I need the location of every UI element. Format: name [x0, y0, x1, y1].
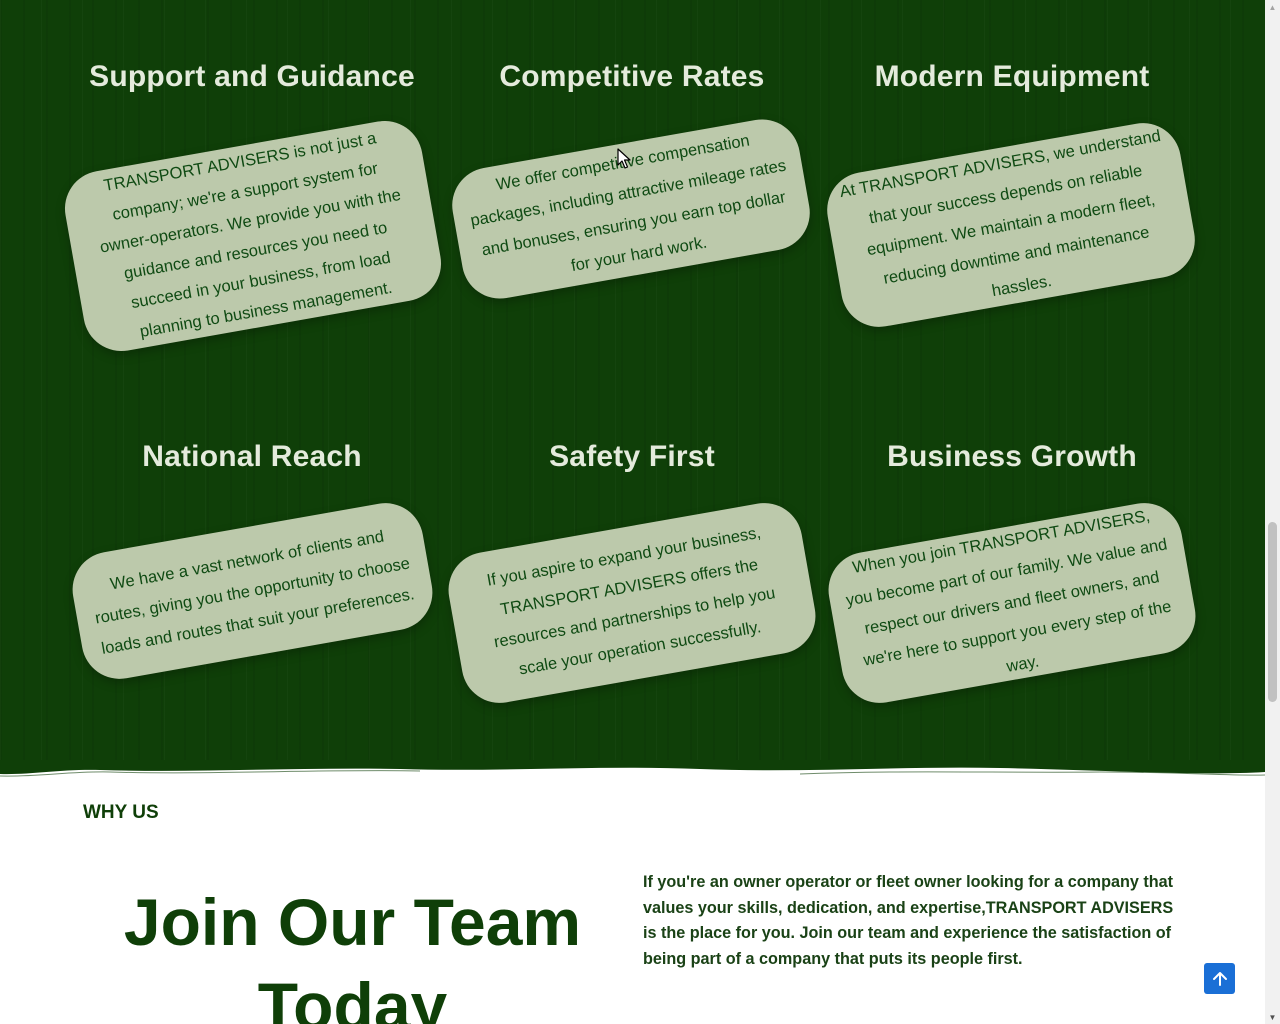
scroll-down-arrow-icon[interactable]: ▼ — [1265, 1010, 1280, 1024]
feature-card: At TRANSPORT ADVISERS, we understand tha… — [821, 117, 1201, 333]
feature-card: When you join TRANSPORT ADVISERS, you be… — [822, 497, 1202, 709]
arrow-up-icon — [1212, 971, 1227, 986]
feature-national-reach: National Reach — [62, 437, 442, 477]
feature-text: At TRANSPORT ADVISERS, we understand tha… — [838, 126, 1163, 300]
feature-business-growth: Business Growth — [822, 437, 1202, 477]
mouse-pointer-icon — [617, 148, 631, 169]
join-team-heading: Join Our Team Today — [123, 885, 582, 1024]
scroll-up-arrow-icon[interactable]: ▲ — [1265, 0, 1280, 14]
feature-title: National Reach — [142, 440, 362, 473]
feature-modern-equipment: Modern Equipment — [822, 57, 1202, 97]
feature-card: If you aspire to expand your business, T… — [442, 497, 822, 709]
feature-text: We have a vast network of clients and ro… — [93, 527, 416, 658]
feature-card: We offer competitive compensation packag… — [446, 113, 816, 305]
scrollbar-thumb[interactable] — [1268, 522, 1277, 702]
page: Support and Guidance TRANSPORT ADVISERS … — [0, 0, 1265, 1024]
feature-title: Support and Guidance — [89, 60, 415, 93]
features-section: Support and Guidance TRANSPORT ADVISERS … — [0, 0, 1265, 790]
vertical-scrollbar[interactable]: ▲ ▼ — [1265, 0, 1280, 1024]
feature-title: Business Growth — [887, 440, 1137, 473]
feature-title: Modern Equipment — [874, 60, 1150, 93]
section-label: WHY US — [83, 802, 159, 823]
feature-text: If you aspire to expand your business, T… — [485, 523, 777, 679]
feature-card: TRANSPORT ADVISERS is not just a company… — [58, 114, 448, 358]
feature-support-guidance: Support and Guidance — [62, 57, 442, 97]
feature-card: We have a vast network of clients and ro… — [66, 497, 439, 685]
back-to-top-button[interactable] — [1204, 963, 1235, 994]
feature-text: When you join TRANSPORT ADVISERS, you be… — [844, 506, 1173, 676]
feature-title: Safety First — [549, 440, 715, 473]
feature-competitive-rates: Competitive Rates — [442, 57, 822, 97]
wave-divider — [0, 760, 1265, 800]
join-team-text: If you're an owner operator or fleet own… — [643, 873, 1174, 969]
feature-title: Competitive Rates — [499, 60, 765, 93]
feature-text: TRANSPORT ADVISERS is not just a company… — [98, 129, 403, 341]
feature-safety-first: Safety First — [442, 437, 822, 477]
feature-text: We offer competitive compensation packag… — [469, 131, 788, 276]
